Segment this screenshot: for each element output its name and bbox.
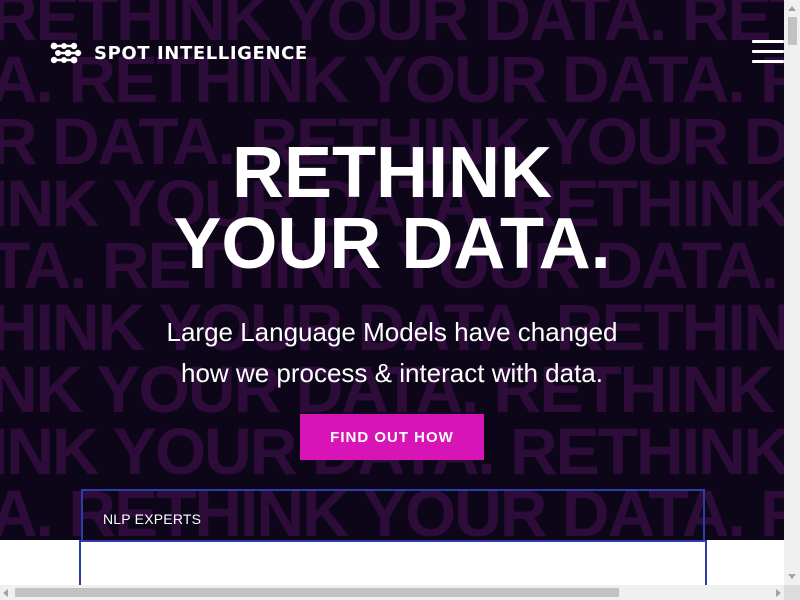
scroll-down-arrow-icon[interactable]	[788, 574, 796, 579]
horizontal-scrollbar[interactable]	[0, 585, 784, 600]
scrollbar-corner	[784, 585, 800, 600]
hero-section: RETHINK YOUR DATA. RETHINK A. RETHINK YO…	[0, 0, 784, 540]
brand-name: SPOT INTELLIGENCE	[94, 42, 308, 64]
hero-subtitle: Large Language Models have changed how w…	[0, 312, 784, 394]
scroll-up-arrow-icon[interactable]	[788, 6, 796, 11]
hero-headline: RETHINK YOUR DATA.	[0, 133, 784, 284]
molecule-logo-icon	[50, 42, 82, 64]
vertical-scrollbar[interactable]	[784, 0, 800, 585]
vertical-scroll-thumb[interactable]	[788, 17, 797, 45]
find-out-how-button[interactable]: FIND OUT HOW	[300, 414, 484, 460]
headline-line-1: RETHINK	[232, 133, 552, 213]
content-card	[79, 540, 707, 590]
headline-line-2: YOUR DATA.	[173, 204, 611, 284]
hamburger-menu-icon[interactable]	[752, 40, 784, 64]
brand-logo-link[interactable]: SPOT INTELLIGENCE	[50, 40, 308, 66]
scroll-left-arrow-icon[interactable]	[3, 589, 8, 597]
horizontal-scroll-thumb[interactable]	[15, 588, 619, 597]
scroll-right-arrow-icon[interactable]	[776, 589, 781, 597]
nlp-experts-box: NLP EXPERTS	[81, 489, 705, 540]
subtitle-line-1: Large Language Models have changed	[166, 317, 618, 347]
subtitle-line-2: how we process & interact with data.	[181, 358, 603, 388]
nlp-experts-label: NLP EXPERTS	[103, 511, 202, 527]
